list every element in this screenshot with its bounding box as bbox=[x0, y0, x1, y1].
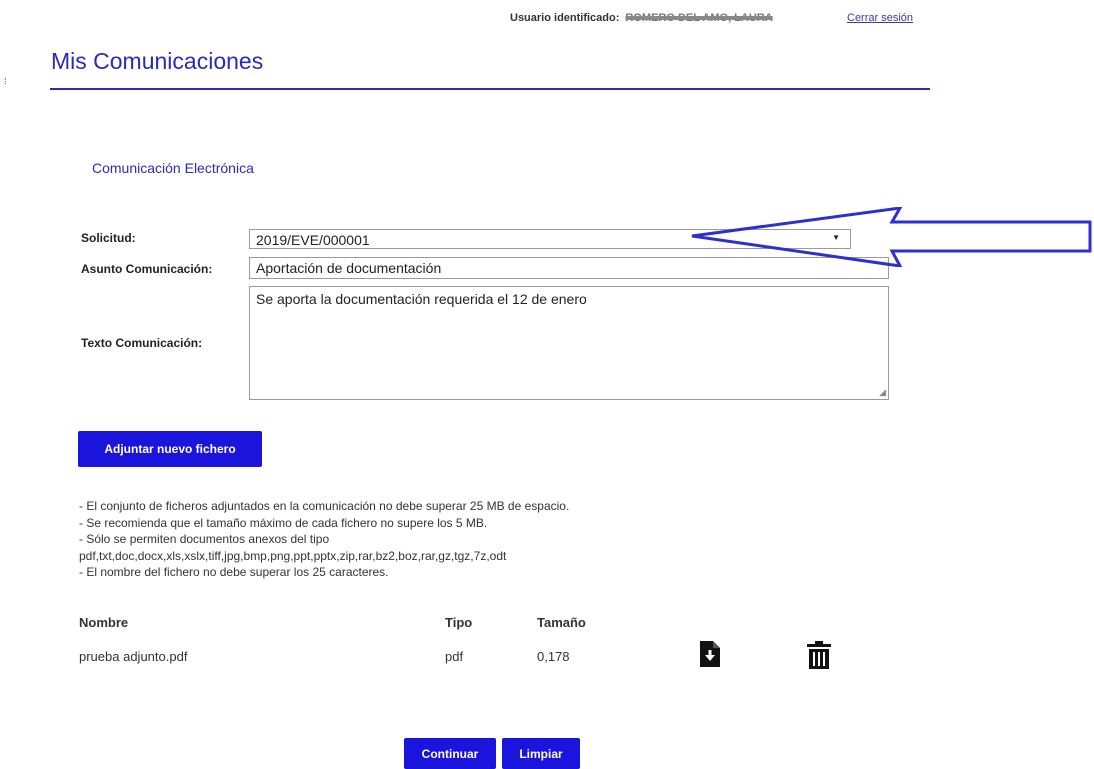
asunto-label: Asunto Comunicación: bbox=[81, 262, 213, 276]
trash-icon[interactable] bbox=[807, 641, 831, 669]
page-title: Mis Comunicaciones bbox=[51, 48, 264, 74]
file-type: pdf bbox=[445, 649, 464, 664]
title-divider bbox=[50, 88, 930, 90]
solicitud-label: Solicitud: bbox=[81, 231, 136, 245]
resize-grip-icon[interactable]: ◢ bbox=[879, 387, 886, 398]
user-name: ROMERO DEL AMO, LAURA bbox=[625, 12, 773, 24]
solicitud-value: 2019/EVE/000001 bbox=[256, 232, 370, 248]
note-line: - Se recomienda que el tamaño máximo de … bbox=[79, 515, 488, 530]
note-line: pdf,txt,doc,docx,xls,xslx,tiff,jpg,bmp,p… bbox=[79, 548, 507, 563]
user-label: Usuario identificado: bbox=[510, 12, 620, 24]
note-line: - El conjunto de ficheros adjuntados en … bbox=[79, 499, 570, 513]
side-marker: ⁞ bbox=[4, 76, 7, 86]
logout-link[interactable]: Cerrar sesión bbox=[847, 12, 913, 24]
continue-button[interactable]: Continuar bbox=[404, 738, 496, 769]
user-bar: Usuario identificado: ROMERO DEL AMO, LA… bbox=[510, 12, 913, 24]
note-line: - El nombre del fichero no debe superar … bbox=[79, 565, 389, 579]
attach-file-button[interactable]: Adjuntar nuevo fichero bbox=[78, 431, 262, 467]
column-header-size: Tamaño bbox=[537, 615, 586, 630]
file-size: 0,178 bbox=[537, 649, 570, 664]
file-name: prueba adjunto.pdf bbox=[79, 649, 188, 664]
left-arrow-annotation bbox=[691, 207, 1092, 267]
file-download-icon[interactable] bbox=[700, 641, 720, 667]
column-header-type: Tipo bbox=[445, 615, 473, 630]
texto-textarea[interactable]: Se aporta la documentación requerida el … bbox=[249, 286, 889, 400]
clear-button[interactable]: Limpiar bbox=[502, 738, 580, 769]
texto-value: Se aporta la documentación requerida el … bbox=[256, 291, 587, 307]
texto-label: Texto Comunicación: bbox=[81, 336, 203, 350]
column-header-name: Nombre bbox=[79, 615, 129, 630]
section-title: Comunicación Electrónica bbox=[92, 160, 254, 176]
note-line: - Sólo se permiten documentos anexos del… bbox=[79, 532, 330, 546]
attachment-notes: - El conjunto de ficheros adjuntados en … bbox=[79, 498, 569, 581]
